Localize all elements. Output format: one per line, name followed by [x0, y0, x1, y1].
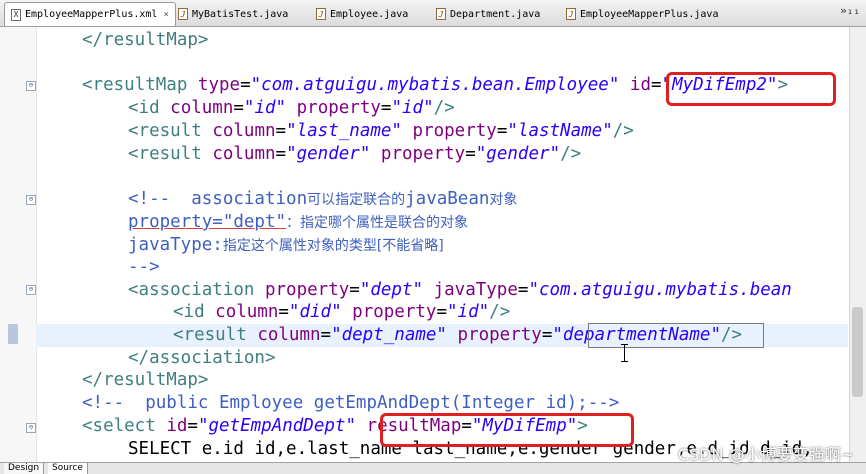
scroll-thumb[interactable] — [852, 307, 863, 397]
code-line: </resultMap> — [82, 370, 209, 390]
tab-employee-mapper-plus-xml[interactable]: X EmployeeMapperPlus.xml × — [4, 2, 176, 26]
tab-overflow-menu[interactable]: »₁₁ — [840, 4, 860, 17]
code-line: </association> — [128, 348, 276, 368]
tab-label: EmployeeMapperPlus.xml — [25, 9, 158, 20]
editor-tab-bar: X EmployeeMapperPlus.xml × J MyBatisTest… — [0, 0, 866, 27]
code-line: <id column="id" property="id"/> — [128, 98, 455, 118]
editor-gutter: ⊖ ⊖ ⊖ ⊖ — [0, 27, 37, 462]
selected-value: departmentName — [562, 325, 711, 345]
tab-department-java[interactable]: J Department.java — [436, 4, 540, 24]
tab-mybatistest-java[interactable]: J MyBatisTest.java — [178, 4, 288, 24]
code-line: <resultMap type="com.atguigu.mybatis.bea… — [82, 75, 788, 95]
code-line: <!-- public Employee getEmpAndDept(Integ… — [82, 393, 620, 413]
text-cursor-icon — [621, 344, 628, 362]
code-area[interactable]: </resultMap> <resultMap type="com.atguig… — [36, 27, 866, 462]
tab-source[interactable]: Source — [48, 463, 88, 474]
code-line: </resultMap> — [82, 30, 209, 50]
fold-toggle-icon[interactable]: ⊖ — [26, 285, 36, 295]
xml-file-icon: X — [11, 8, 21, 21]
java-file-icon: J — [436, 8, 446, 20]
watermark-text: CSDN @小博要变强啊~ — [677, 445, 854, 464]
java-file-icon: J — [566, 8, 576, 20]
tab-design[interactable]: Design — [4, 463, 45, 474]
code-line: --> — [128, 257, 160, 277]
current-code-line: <result column="dept_name" property="dep… — [36, 324, 848, 347]
code-line: <select id="getEmpAndDept" resultMap="My… — [82, 416, 588, 436]
code-line: <result column="last_name" property="las… — [128, 121, 634, 141]
java-file-icon: J — [178, 8, 188, 20]
tab-label: MyBatisTest.java — [192, 8, 289, 20]
current-line-marker — [8, 324, 18, 344]
close-tab-icon[interactable]: × — [163, 10, 168, 20]
tab-label: Department.java — [450, 8, 541, 20]
fold-toggle-icon[interactable]: ⊖ — [26, 195, 36, 205]
fold-toggle-icon[interactable]: ⊖ — [26, 423, 36, 433]
tab-label: Employee.java — [330, 8, 409, 20]
tab-label: EmployeeMapperPlus.java — [580, 8, 719, 20]
xml-source-editor[interactable]: ⊖ ⊖ ⊖ ⊖ </resultMap> <resultMap type="co… — [0, 27, 866, 462]
code-line: <result column="gender" property="gender… — [128, 144, 582, 164]
code-line: javaType:指定这个属性对象的类型[不能省略] — [128, 235, 444, 255]
fold-toggle-icon[interactable]: ⊖ — [26, 81, 36, 91]
code-line: <!-- association可以指定联合的javaBean对象 — [128, 189, 518, 209]
code-line: <id column="did" property="id"/> — [173, 302, 511, 322]
vertical-scrollbar[interactable] — [849, 27, 866, 462]
code-line: property="dept"：指定哪个属性是联合的对象 — [128, 212, 469, 232]
tab-employee-mapper-plus-java[interactable]: J EmployeeMapperPlus.java — [566, 4, 718, 24]
code-line: <association property="dept" javaType="c… — [128, 280, 792, 300]
tab-employee-java[interactable]: J Employee.java — [316, 4, 408, 24]
java-file-icon: J — [316, 8, 326, 20]
